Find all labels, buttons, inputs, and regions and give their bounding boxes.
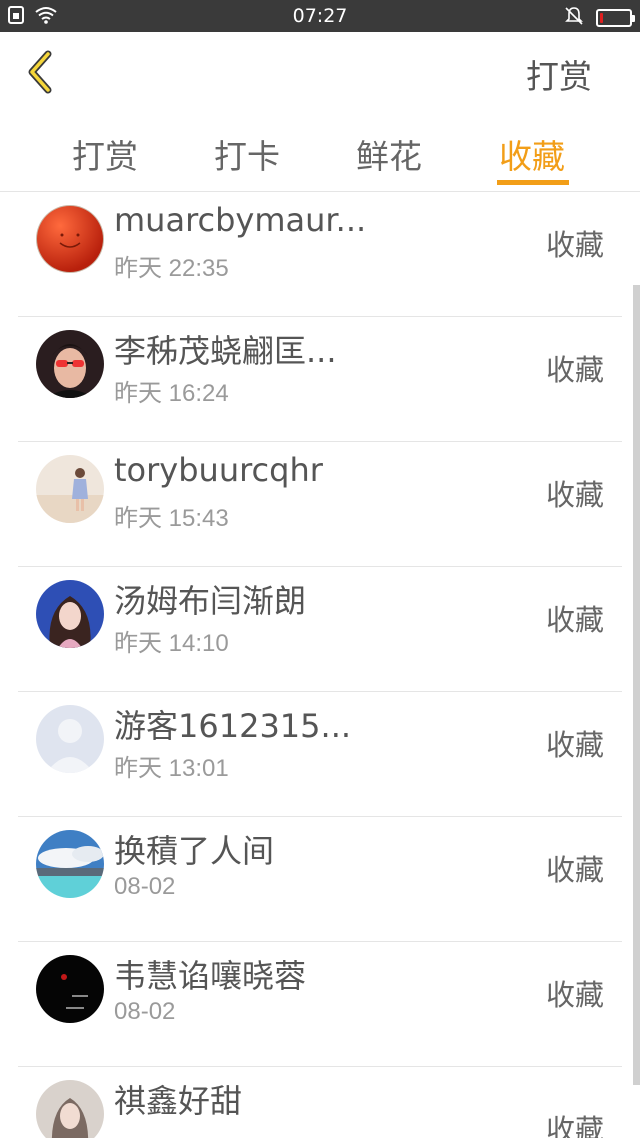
favorite-label: 收藏 xyxy=(545,353,604,387)
list-item[interactable]: muarcbymaur... 昨天 22:35 收藏 xyxy=(18,192,622,317)
active-tab-indicator xyxy=(497,180,569,185)
favorite-label: 收藏 xyxy=(545,978,604,1012)
favorite-label: 收藏 xyxy=(545,853,604,887)
list-item[interactable]: 韦慧谄嚷晓蓉 08-02 收藏 xyxy=(18,942,622,1067)
item-time: 昨天 22:35 xyxy=(114,255,229,282)
man-sunglasses-avatar xyxy=(36,330,104,398)
user-name: 祺鑫好甜 xyxy=(114,1082,243,1120)
user-name: torybuurcqhr xyxy=(114,451,323,489)
scrollbar[interactable] xyxy=(633,285,640,1085)
list-item[interactable]: 汤姆布闫渐朗 昨天 14:10 收藏 xyxy=(18,567,622,692)
favorite-label: 收藏 xyxy=(545,728,604,762)
item-time: 08-02 xyxy=(114,998,176,1025)
list-item[interactable]: torybuurcqhr 昨天 15:43 收藏 xyxy=(18,442,622,567)
reward-button[interactable]: 打赏 xyxy=(526,50,592,98)
battery-icon xyxy=(596,9,635,27)
favorite-label: 收藏 xyxy=(545,1113,604,1138)
user-name: muarcbymaur... xyxy=(114,201,367,239)
list-item[interactable]: 游客1612315... 昨天 13:01 收藏 xyxy=(18,692,622,817)
black-text-avatar xyxy=(36,955,104,1023)
header: 打赏 xyxy=(0,32,640,112)
item-time: 昨天 15:43 xyxy=(114,505,229,532)
list-item[interactable]: 换積了人间 08-02 收藏 xyxy=(18,817,622,942)
girl-photo-avatar xyxy=(36,1080,104,1138)
item-time: 08-02 xyxy=(114,873,176,900)
status-time: 07:27 xyxy=(292,5,348,27)
tab-reward[interactable]: 打赏 xyxy=(72,130,138,178)
favorites-list: muarcbymaur... 昨天 22:35 收藏 李秭茂蛲翩匡... 昨天 … xyxy=(0,192,640,1138)
chevron-left-icon xyxy=(22,50,62,98)
status-bar: 07:27 xyxy=(0,0,640,32)
item-time: 昨天 13:01 xyxy=(114,755,229,782)
user-name: 汤姆布闫渐朗 xyxy=(114,582,307,620)
tab-favorites[interactable]: 收藏 xyxy=(499,130,565,178)
mute-icon xyxy=(564,6,584,30)
user-name: 换積了人间 xyxy=(114,832,275,870)
battery-level xyxy=(600,13,603,23)
tab-checkin[interactable]: 打卡 xyxy=(214,130,280,178)
tab-bar: 打赏 打卡 鲜花 收藏 xyxy=(0,112,640,192)
user-name: 游客1612315... xyxy=(114,707,352,745)
tab-flowers[interactable]: 鲜花 xyxy=(356,130,422,178)
anime-girl-avatar xyxy=(36,580,104,648)
favorite-label: 收藏 xyxy=(545,228,604,262)
favorite-label: 收藏 xyxy=(545,478,604,512)
item-time: 昨天 14:10 xyxy=(114,630,229,657)
red-ball-avatar xyxy=(36,205,104,273)
girl-beach-avatar xyxy=(36,455,104,523)
user-name: 李秭茂蛲翩匡... xyxy=(114,332,337,370)
back-button[interactable] xyxy=(22,50,62,94)
status-right-icons xyxy=(564,6,635,30)
item-time: 昨天 16:24 xyxy=(114,380,229,407)
user-name: 韦慧谄嚷晓蓉 xyxy=(114,957,307,995)
favorite-label: 收藏 xyxy=(545,603,604,637)
list-item[interactable]: 祺鑫好甜 收藏 xyxy=(18,1067,622,1138)
list-item[interactable]: 李秭茂蛲翩匡... 昨天 16:24 收藏 xyxy=(18,317,622,442)
default-user-avatar xyxy=(36,705,104,773)
sky-landscape-avatar xyxy=(36,830,104,898)
